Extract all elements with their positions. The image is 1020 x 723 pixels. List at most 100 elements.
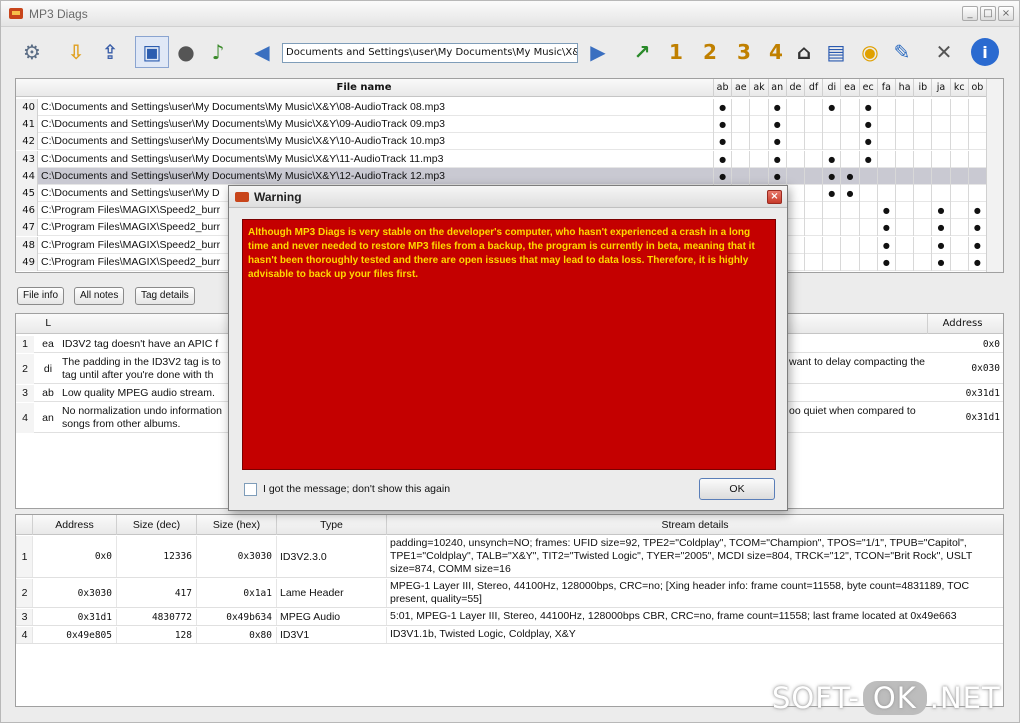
file-row[interactable]: 44 C:\Documents and Settings\user\My Docu… (16, 167, 986, 185)
note-cell (785, 219, 804, 237)
transform4-icon[interactable]: 3 (727, 36, 761, 68)
note-cell (895, 202, 913, 220)
code-header-kc[interactable]: kc (949, 79, 968, 97)
note-cell (804, 150, 822, 168)
transform3-icon[interactable]: 2 (693, 36, 727, 68)
cd-icon[interactable]: ● (169, 36, 203, 68)
code-header-ae[interactable]: ae (731, 79, 749, 97)
code-header-ha[interactable]: ha (895, 79, 913, 97)
note-cell: ● (822, 99, 840, 116)
code-header-ob[interactable]: ob (967, 79, 986, 97)
note-cell (876, 150, 895, 168)
code-header-de[interactable]: de (785, 79, 804, 97)
edit-icon[interactable]: ✎ (885, 36, 919, 68)
file-path: C:\Documents and Settings\user\My Docume… (41, 152, 444, 165)
note-cell (804, 202, 822, 220)
note-cell (949, 167, 968, 185)
info-icon[interactable]: i (971, 38, 999, 66)
file-row[interactable]: 40 C:\Documents and Settings\user\My Docu… (16, 99, 986, 116)
note-cell (804, 133, 822, 151)
tag-icon[interactable]: ⌂ (787, 36, 821, 68)
stream-size-hex: 0x80 (196, 627, 276, 643)
code-header-fa[interactable]: fa (876, 79, 895, 97)
code-header-ab[interactable]: ab (713, 79, 731, 97)
dont-show-label[interactable]: I got the message; don't show this again (263, 483, 450, 495)
note-cell: ● (931, 253, 949, 271)
maximize-button[interactable]: □ (980, 6, 996, 21)
note-cell (949, 185, 968, 202)
code-header-di[interactable]: di (822, 79, 840, 97)
note-cell (785, 133, 804, 151)
code-header-ea[interactable]: ea (840, 79, 858, 97)
stream-details: ID3V1.1b, Twisted Logic, Coldplay, X&Y (386, 627, 986, 643)
file-row[interactable]: 42 C:\Documents and Settings\user\My Docu… (16, 133, 986, 151)
row-number: 49 (16, 253, 38, 271)
note-cell (731, 167, 749, 185)
note-cell (931, 133, 949, 151)
code-header-ak[interactable]: ak (749, 79, 767, 97)
note-cell (913, 116, 931, 134)
stream-row[interactable]: 4 0x49e805 128 0x80 ID3V1 ID3V1.1b, Twisted L… (16, 627, 1003, 644)
note-cell (749, 150, 767, 168)
stream-row[interactable]: 2 0x3030 417 0x1a1 Lame Header MPEG-1 Layer I… (16, 579, 1003, 608)
code-header-ec[interactable]: ec (858, 79, 877, 97)
row-number: 46 (16, 202, 38, 220)
file-row[interactable]: 41 C:\Documents and Settings\user\My Docu… (16, 116, 986, 134)
dont-show-checkbox[interactable] (244, 483, 257, 496)
stream-row[interactable]: 3 0x31d1 4830772 0x49b634 MPEG Audio 5:01, MP… (16, 609, 1003, 626)
file-row[interactable]: 43 C:\Documents and Settings\user\My Docu… (16, 150, 986, 168)
stream-details: MPEG-1 Layer III, Stereo, 44100Hz, 12800… (386, 579, 986, 607)
tab-tag-details[interactable]: Tag details (135, 287, 195, 305)
note-cell: ● (767, 116, 786, 134)
close-button[interactable]: × (998, 6, 1014, 21)
tools-icon[interactable]: ✕ (927, 36, 961, 68)
normalize-icon[interactable]: ◉ (853, 36, 887, 68)
note-cell: ● (876, 236, 895, 254)
note-cell (840, 150, 858, 168)
note-cell (785, 116, 804, 134)
path-input[interactable]: Documents and Settings\user\My Documents… (282, 43, 578, 63)
note-cell (895, 236, 913, 254)
note-cell: ● (967, 253, 986, 271)
note-cell (749, 167, 767, 185)
gear-icon[interactable]: ⚙ (15, 36, 49, 68)
note-cell (913, 219, 931, 237)
chart-icon[interactable]: ▤ (819, 36, 853, 68)
note-cell (931, 150, 949, 168)
stream-size-hex: 0x49b634 (196, 609, 276, 625)
streams-table: Address Size (dec) Size (hex) Type Strea… (15, 514, 1004, 707)
main-window: MP3 Diags _ □ × ⚙ ⇩ ⇪ ▣ ● ♪ ◀ ▶ ↗ 1 2 3 … (0, 0, 1020, 723)
file-name-header[interactable]: File name (16, 79, 712, 97)
note-cell (840, 202, 858, 220)
note-cell (840, 133, 858, 151)
tab-all-notes[interactable]: All notes (74, 287, 125, 305)
transform2-icon[interactable]: 1 (659, 36, 693, 68)
forward-arrow-icon[interactable]: ▶ (581, 36, 615, 68)
code-header-an[interactable]: an (767, 79, 786, 97)
back-arrow-icon[interactable]: ◀ (245, 36, 279, 68)
note-level: ab (42, 387, 54, 399)
note-cell: ● (858, 116, 877, 134)
ok-button[interactable]: OK (699, 478, 775, 500)
row-number: 45 (16, 185, 38, 202)
note-icon[interactable]: ♪ (201, 36, 235, 68)
folder-scan-icon[interactable]: ⇪ (93, 36, 127, 68)
file-list-scrollbar[interactable] (986, 79, 1003, 272)
note-cell: ● (713, 99, 731, 116)
dialog-close-icon[interactable]: × (767, 190, 782, 204)
title-bar: MP3 Diags _ □ × (1, 1, 1019, 27)
file-path: C:\Program Files\MAGIX\Speed2_burr (41, 238, 221, 251)
transform1-icon[interactable]: ↗ (625, 36, 659, 68)
tab-file-info[interactable]: File info (17, 287, 65, 305)
note-cell (858, 202, 877, 220)
code-header-df[interactable]: df (804, 79, 822, 97)
minimize-button[interactable]: _ (962, 6, 978, 21)
stream-row[interactable]: 1 0x0 12336 0x3030 ID3V2.3.0 padding=10240, u… (16, 536, 1003, 578)
code-header-ja[interactable]: ja (931, 79, 949, 97)
file-path: C:\Documents and Settings\user\My Docume… (41, 169, 446, 182)
row-number: 47 (16, 219, 38, 237)
code-header-ib[interactable]: ib (913, 79, 931, 97)
note-cell (967, 185, 986, 202)
session-icon[interactable]: ▣ (135, 36, 169, 68)
scan-icon[interactable]: ⇩ (59, 36, 93, 68)
